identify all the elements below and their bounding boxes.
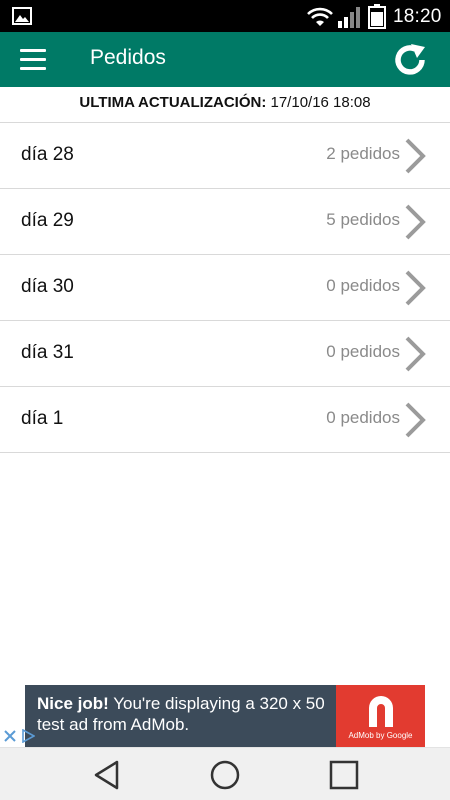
- battery-icon: [368, 4, 386, 29]
- day-label: día 29: [21, 210, 74, 231]
- chevron-right-icon: [405, 270, 426, 306]
- day-label: día 30: [21, 276, 74, 297]
- home-icon[interactable]: [209, 759, 241, 791]
- day-list: día 28 2 pedidos día 29 5 pedidos día 30…: [0, 123, 450, 453]
- order-count: 2 pedidos: [326, 144, 400, 163]
- list-item-day-30[interactable]: día 30 0 pedidos: [0, 255, 450, 321]
- recents-icon[interactable]: [328, 759, 360, 791]
- adchoices-icon[interactable]: [21, 729, 35, 743]
- day-label: día 1: [21, 408, 64, 429]
- admob-logo-icon: [369, 696, 393, 727]
- order-count: 5 pedidos: [326, 210, 400, 229]
- ad-headline: Nice job!: [37, 694, 109, 713]
- back-icon[interactable]: [91, 759, 123, 791]
- last-update-label: ULTIMA ACTUALIZACIÓN:: [79, 94, 267, 111]
- status-bar: 18:20: [0, 0, 450, 32]
- chevron-right-icon: [405, 402, 426, 438]
- list-item-day-31[interactable]: día 31 0 pedidos: [0, 321, 450, 387]
- last-update: ULTIMA ACTUALIZACIÓN: 17/10/16 18:08: [0, 87, 450, 123]
- order-count: 0 pedidos: [326, 408, 400, 427]
- navigation-bar: [0, 747, 450, 800]
- list-item-day-29[interactable]: día 29 5 pedidos: [0, 189, 450, 255]
- app-bar: Pedidos: [0, 32, 450, 87]
- status-time: 18:20: [393, 6, 442, 27]
- list-item-day-28[interactable]: día 28 2 pedidos: [0, 123, 450, 189]
- page-title: Pedidos: [90, 46, 166, 69]
- order-count: 0 pedidos: [326, 342, 400, 361]
- ad-body[interactable]: Nice job! You're displaying a 320 x 50 t…: [25, 685, 425, 747]
- ad-close-icon[interactable]: [3, 729, 17, 743]
- refresh-icon[interactable]: [392, 43, 428, 77]
- chevron-right-icon: [405, 336, 426, 372]
- admob-logo: AdMob by Google: [336, 685, 425, 747]
- hamburger-menu-icon[interactable]: [20, 49, 46, 71]
- last-update-value: 17/10/16 18:08: [270, 94, 371, 111]
- ad-banner: Nice job! You're displaying a 320 x 50 t…: [0, 685, 450, 747]
- list-item-day-1[interactable]: día 1 0 pedidos: [0, 387, 450, 453]
- day-label: día 31: [21, 342, 74, 363]
- chevron-right-icon: [405, 204, 426, 240]
- order-count: 0 pedidos: [326, 276, 400, 295]
- signal-icon: [338, 7, 360, 28]
- day-label: día 28: [21, 144, 74, 165]
- chevron-right-icon: [405, 138, 426, 174]
- gallery-icon: [12, 7, 32, 25]
- ad-text: Nice job! You're displaying a 320 x 50 t…: [37, 693, 337, 735]
- wifi-icon: [307, 7, 333, 26]
- ad-brand: AdMob by Google: [348, 731, 413, 740]
